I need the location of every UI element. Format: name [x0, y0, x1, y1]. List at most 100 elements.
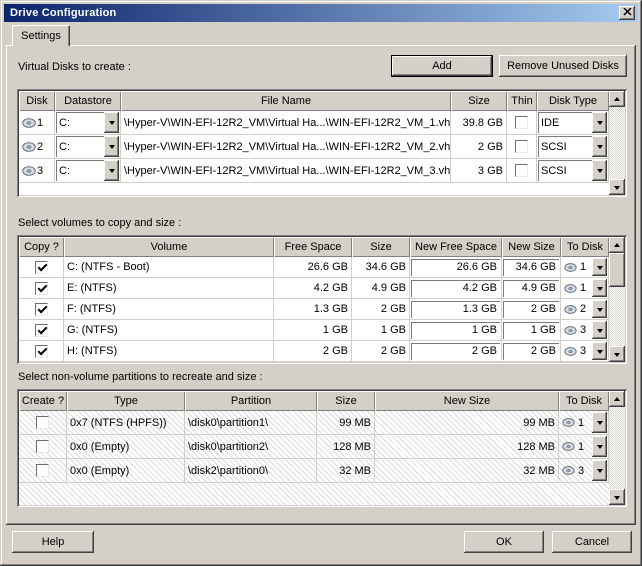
disk-icon: [562, 418, 575, 427]
thin-checkbox[interactable]: [515, 164, 528, 177]
datastore-dropdown[interactable]: C:: [56, 160, 119, 181]
remove-unused-disks-button[interactable]: Remove Unused Disks: [499, 55, 627, 77]
to-disk-cell: 3: [559, 459, 609, 483]
chevron-down-icon[interactable]: [592, 300, 607, 318]
partitions-scrollbar[interactable]: [609, 391, 625, 505]
chevron-down-icon[interactable]: [592, 258, 607, 276]
to-disk-number: 1: [578, 441, 584, 453]
cancel-button[interactable]: Cancel: [552, 531, 632, 553]
column-header-size: Size: [352, 237, 410, 257]
virtual-disks-scrollbar[interactable]: [609, 91, 625, 195]
chevron-down-icon[interactable]: [592, 321, 607, 339]
column-header-to-disk: To Disk: [559, 391, 609, 411]
virtual-disk-row: 2 C: \Hyper-V\WIN-EFI-12R2_VM\Virtual Ha…: [19, 135, 609, 159]
copy-checkbox[interactable]: [35, 303, 48, 316]
file-name-cell: \Hyper-V\WIN-EFI-12R2_VM\Virtual Ha...\W…: [121, 111, 451, 135]
copy-checkbox[interactable]: [35, 282, 48, 295]
disk-icon: [564, 305, 577, 314]
size-cell: 128 MB: [317, 435, 375, 459]
file-name-cell: \Hyper-V\WIN-EFI-12R2_VM\Virtual Ha...\W…: [121, 135, 451, 159]
close-button[interactable]: [619, 6, 635, 20]
copy-checkbox[interactable]: [35, 261, 48, 274]
tab-settings[interactable]: Settings: [12, 25, 70, 46]
to-disk-cell: 1: [561, 257, 609, 278]
chevron-down-icon[interactable]: [104, 136, 119, 157]
new-size-input[interactable]: 34.6 GB: [503, 259, 559, 276]
disk-cell: 2: [19, 135, 55, 159]
datastore-dropdown[interactable]: C:: [56, 112, 119, 133]
copy-checkbox[interactable]: [35, 345, 48, 358]
new-free-space-input[interactable]: 2 GB: [411, 343, 500, 360]
partition-type-cell: 0x0 (Empty): [67, 459, 185, 483]
chevron-down-icon[interactable]: [592, 112, 607, 133]
scroll-up-button[interactable]: [609, 391, 625, 407]
volumes-scrollbar[interactable]: [609, 237, 625, 362]
to-disk-number: 3: [580, 324, 586, 336]
chevron-down-icon[interactable]: [592, 342, 607, 360]
chevron-down-icon[interactable]: [104, 160, 119, 181]
datastore-value: C:: [56, 117, 104, 129]
thin-checkbox[interactable]: [515, 116, 528, 129]
disk-type-dropdown[interactable]: SCSI: [538, 160, 607, 181]
disk-icon: [562, 466, 575, 475]
chevron-down-icon[interactable]: [592, 412, 607, 433]
scroll-up-button[interactable]: [609, 237, 625, 253]
new-size-input[interactable]: 2 GB: [503, 301, 559, 318]
disk-number: 1: [37, 117, 43, 129]
chevron-down-icon[interactable]: [592, 160, 607, 181]
volumes-header: Copy ? Volume Free Space Size New Free S…: [19, 237, 609, 257]
volume-cell: H: (NTFS): [64, 341, 274, 362]
column-header-size: Size: [451, 91, 507, 111]
to-disk-cell: 3: [561, 341, 609, 362]
new-size-input[interactable]: 4.9 GB: [503, 280, 559, 297]
thin-checkbox[interactable]: [515, 140, 528, 153]
help-button[interactable]: Help: [12, 531, 94, 553]
new-free-space-input[interactable]: 4.2 GB: [411, 280, 500, 297]
disk-icon: [22, 118, 36, 128]
create-checkbox[interactable]: [36, 464, 49, 477]
partitions-section-label: Select non-volume partitions to recreate…: [18, 371, 263, 383]
scroll-down-button[interactable]: [609, 346, 625, 362]
scroll-down-button[interactable]: [609, 489, 625, 505]
chevron-down-icon[interactable]: [104, 112, 119, 133]
size-cell: 34.6 GB: [352, 257, 410, 278]
ok-button[interactable]: OK: [464, 531, 544, 553]
new-free-space-input[interactable]: 1.3 GB: [411, 301, 500, 318]
create-checkbox[interactable]: [36, 440, 49, 453]
datastore-value: C:: [56, 165, 104, 177]
create-checkbox[interactable]: [36, 416, 49, 429]
disk-icon: [22, 166, 36, 176]
disk-icon: [22, 142, 36, 152]
new-free-space-input[interactable]: 26.6 GB: [411, 259, 500, 276]
to-disk-cell: 1: [559, 411, 609, 435]
size-cell: 2 GB: [451, 135, 507, 159]
volumes-table: Copy ? Volume Free Space Size New Free S…: [17, 235, 627, 364]
disk-type-value: SCSI: [538, 141, 592, 153]
disk-type-dropdown[interactable]: SCSI: [538, 136, 607, 157]
chevron-down-icon[interactable]: [592, 436, 607, 457]
scroll-down-button[interactable]: [609, 179, 625, 195]
disk-type-dropdown[interactable]: IDE: [538, 112, 607, 133]
scroll-thumb[interactable]: [609, 253, 625, 287]
column-header-free-space: Free Space: [274, 237, 352, 257]
chevron-down-icon[interactable]: [592, 279, 607, 297]
chevron-down-icon[interactable]: [592, 460, 607, 481]
partition-type-cell: 0x0 (Empty): [67, 435, 185, 459]
datastore-dropdown[interactable]: C:: [56, 136, 119, 157]
datastore-cell: C:: [55, 111, 121, 135]
new-size-input[interactable]: 2 GB: [503, 343, 559, 360]
add-button[interactable]: Add: [391, 55, 493, 77]
volume-row: C: (NTFS - Boot) 26.6 GB 34.6 GB 26.6 GB…: [19, 257, 609, 278]
new-size-cell: 4.9 GB: [502, 278, 561, 299]
virtual-disks-section-label: Virtual Disks to create :: [18, 61, 131, 73]
column-header-create: Create ?: [19, 391, 67, 411]
to-disk-cell: 2: [561, 299, 609, 320]
new-size-input[interactable]: 1 GB: [503, 322, 559, 339]
chevron-down-icon[interactable]: [592, 136, 607, 157]
column-header-partition: Partition: [185, 391, 317, 411]
create-cell: [19, 435, 67, 459]
new-free-space-input[interactable]: 1 GB: [411, 322, 500, 339]
copy-checkbox[interactable]: [35, 324, 48, 337]
title-bar[interactable]: Drive Configuration: [4, 4, 638, 22]
scroll-up-button[interactable]: [609, 91, 625, 107]
